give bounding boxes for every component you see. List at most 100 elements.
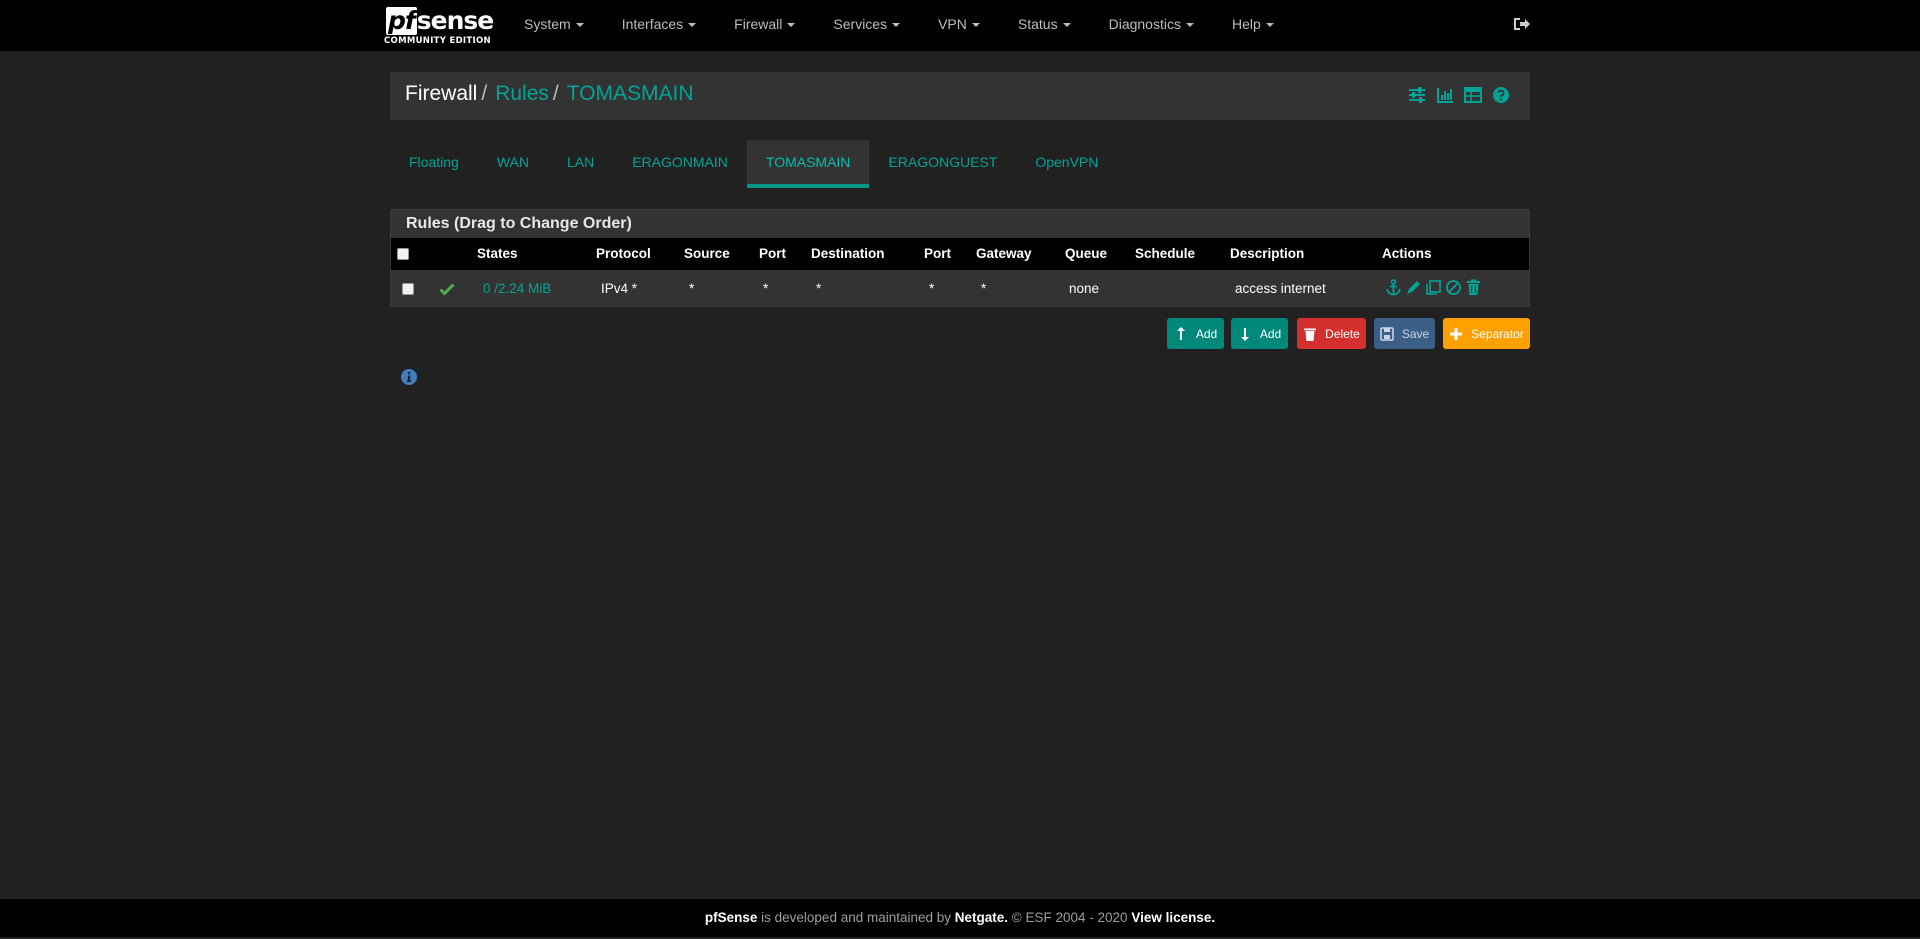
col-schedule: Schedule (1135, 246, 1196, 261)
netgate-link[interactable]: Netgate. (955, 910, 1008, 925)
tab-wan[interactable]: WAN (478, 140, 548, 188)
menu-label: Services (833, 16, 888, 32)
cell-gateway: * (981, 281, 987, 296)
menu-vpn[interactable]: VPN (919, 0, 999, 51)
col-source: Source (684, 246, 730, 261)
breadcrumb-bar: Firewall / Rules / TOMASMAIN (390, 72, 1530, 120)
col-actions: Actions (1382, 246, 1432, 261)
logout-icon[interactable] (1512, 15, 1530, 33)
row-actions (1385, 279, 1482, 296)
pfsense-logo[interactable]: pf sense COMMUNITY EDITION (384, 6, 494, 47)
add-top-label: Add (1195, 326, 1218, 341)
tab-openvpn[interactable]: OpenVPN (1016, 140, 1117, 188)
breadcrumb-rules-link[interactable]: Rules (495, 82, 549, 105)
col-gateway: Gateway (976, 246, 1032, 261)
menu-label: Status (1017, 16, 1058, 32)
menu-help[interactable]: Help (1213, 0, 1293, 51)
separator-button[interactable]: Separator (1443, 318, 1530, 349)
rules-panel: Rules (Drag to Change Order) States Prot… (390, 209, 1530, 307)
col-queue: Queue (1065, 246, 1108, 261)
plus-icon (1450, 327, 1463, 340)
menu-label: Firewall (734, 16, 783, 32)
tab-tomasmain[interactable]: TOMASMAIN (746, 140, 870, 188)
caret-down-icon (971, 23, 980, 28)
caret-down-icon (575, 23, 584, 28)
main-menu: System Interfaces Firewall Services VPN … (505, 0, 1293, 51)
view-license-link[interactable]: View license. (1131, 910, 1215, 925)
tab-floating[interactable]: Floating (390, 140, 478, 188)
menu-label: Interfaces (621, 16, 684, 32)
delete-button[interactable]: Delete (1297, 318, 1366, 349)
table-row[interactable]: 0 /2.24 MiB IPv4 * * * * * * none access… (391, 272, 1529, 306)
trash-icon[interactable] (1465, 279, 1482, 296)
table-icon[interactable] (1464, 86, 1482, 104)
bar-chart-icon[interactable] (1436, 86, 1454, 104)
menu-status[interactable]: Status (999, 0, 1090, 51)
tab-eragonmain[interactable]: ERAGONMAIN (613, 140, 747, 188)
anchor-icon[interactable] (1385, 279, 1402, 296)
delete-label: Delete (1325, 326, 1360, 341)
menu-diagnostics[interactable]: Diagnostics (1090, 0, 1213, 51)
breadcrumb: Firewall / Rules / TOMASMAIN (405, 82, 694, 106)
col-protocol: Protocol (596, 246, 651, 261)
cell-queue: none (1069, 281, 1100, 296)
logo-edition: COMMUNITY EDITION (384, 36, 491, 46)
menu-label: VPN (938, 16, 967, 32)
row-checkbox[interactable] (402, 283, 414, 295)
breadcrumb-firewall: Firewall (405, 82, 478, 105)
separator-label: Separator (1471, 326, 1524, 341)
breadcrumb-current-link[interactable]: TOMASMAIN (567, 82, 694, 105)
panel-title: Rules (Drag to Change Order) (406, 215, 632, 232)
caret-down-icon (892, 23, 901, 28)
col-description: Description (1230, 246, 1305, 261)
footer: pfSense is developed and maintained by N… (0, 899, 1920, 937)
col-destination: Destination (811, 246, 885, 261)
caret-down-icon (1265, 23, 1274, 28)
add-bottom-label: Add (1259, 326, 1282, 341)
cell-source-port: * (763, 281, 769, 296)
tab-eragonguest[interactable]: ERAGONGUEST (869, 140, 1016, 188)
breadcrumb-icons (1408, 86, 1510, 104)
edit-pencil-icon[interactable] (1405, 279, 1422, 296)
logo-sense: sense (416, 6, 494, 35)
copy-icon[interactable] (1425, 279, 1442, 296)
footer-copyright: © ESF 2004 - 2020 (1008, 910, 1132, 925)
cell-protocol: IPv4 * (601, 281, 638, 296)
footer-product: pfSense (704, 910, 758, 925)
states-link[interactable]: 0 /2.24 MiB (483, 281, 551, 296)
top-navbar: pf sense COMMUNITY EDITION System Interfa… (0, 0, 1920, 51)
add-top-button[interactable]: Add (1167, 318, 1224, 349)
caret-down-icon (1062, 23, 1071, 28)
interface-tabs: Floating WAN LAN ERAGONMAIN TOMASMAIN ER… (390, 140, 1117, 188)
cell-destination-port: * (929, 281, 935, 296)
col-states: States (477, 246, 518, 261)
cell-description: access internet (1235, 281, 1326, 296)
disable-ban-icon[interactable] (1445, 279, 1462, 296)
caret-down-icon (787, 23, 796, 28)
menu-system[interactable]: System (505, 0, 603, 51)
caret-down-icon (1185, 23, 1194, 28)
save-disk-icon (1380, 326, 1394, 341)
breadcrumb-separator: / (552, 82, 559, 105)
menu-label: Diagnostics (1108, 16, 1181, 32)
menu-label: System (524, 16, 571, 32)
save-button[interactable]: Save (1374, 318, 1435, 349)
sliders-icon[interactable] (1408, 86, 1426, 104)
footer-text: is developed and maintained by (757, 910, 955, 925)
trash-icon (1304, 328, 1317, 341)
pass-check-icon[interactable] (439, 281, 455, 297)
logo-pf: pf (386, 6, 417, 35)
menu-firewall[interactable]: Firewall (715, 0, 814, 51)
arrow-up-icon (1176, 326, 1185, 340)
menu-services[interactable]: Services (814, 0, 919, 51)
help-icon[interactable] (1492, 86, 1510, 104)
tab-lan[interactable]: LAN (548, 140, 613, 188)
cell-destination: * (816, 281, 822, 296)
save-label: Save (1401, 326, 1430, 341)
menu-label: Help (1231, 16, 1261, 32)
select-all-checkbox[interactable] (397, 248, 409, 260)
add-bottom-button[interactable]: Add (1231, 318, 1288, 349)
info-icon[interactable] (400, 368, 418, 386)
menu-interfaces[interactable]: Interfaces (603, 0, 715, 51)
arrow-down-icon (1240, 327, 1249, 341)
